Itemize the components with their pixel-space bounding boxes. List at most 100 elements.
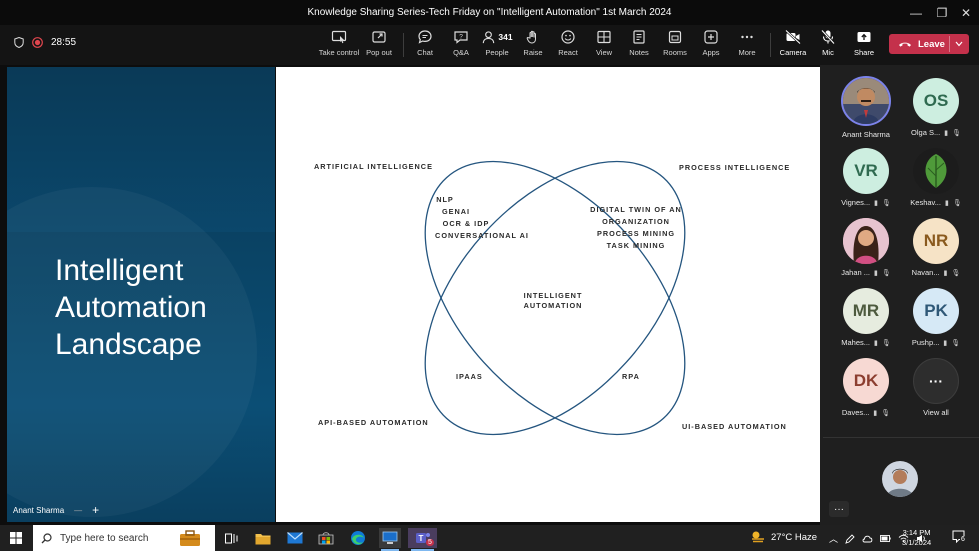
window-title: Knowledge Sharing Series-Tech Friday on … — [307, 7, 672, 18]
view-all-button[interactable]: ··· View all — [904, 358, 968, 424]
leaf-photo-icon — [913, 148, 959, 194]
notifications-button[interactable]: 6 — [952, 530, 970, 546]
task-view-icon — [224, 533, 237, 543]
zoom-out-button[interactable]: — — [74, 506, 82, 515]
clock-date: 3/1/2024 — [902, 538, 932, 547]
search-icon — [41, 532, 52, 543]
battery-icon[interactable] — [880, 534, 891, 543]
mic-off-icon: 🎙 — [951, 339, 961, 347]
avatar — [843, 218, 889, 264]
zoom-in-button[interactable]: + — [92, 503, 99, 517]
remote-desktop-button[interactable] — [379, 528, 401, 551]
task-view-button[interactable] — [220, 528, 242, 548]
apps-plus-icon — [704, 30, 718, 44]
avatar: PK — [913, 288, 959, 334]
video-off-icon: ▮ — [943, 339, 948, 347]
person-photo-icon — [882, 461, 918, 497]
mic-off-icon: 🎙 — [882, 199, 891, 207]
system-clock[interactable]: 3:14 PM 3/1/2024 — [902, 528, 931, 548]
more-button[interactable]: More — [734, 29, 760, 63]
participant-tile[interactable]: VR Vignes... ▮ 🎙 — [834, 148, 898, 214]
participant-tile[interactable]: OS Olga S... ▮ 🎙 — [904, 78, 968, 144]
chevron-down-icon[interactable] — [955, 41, 963, 47]
label-process-intelligence: PROCESS INTELLIGENCE — [679, 163, 791, 172]
participant-tile[interactable]: PK Pushp... ▮ 🎙 — [904, 288, 968, 354]
react-button[interactable]: React — [555, 29, 581, 63]
cloud-icon[interactable] — [862, 534, 873, 543]
take-control-button[interactable]: Take control — [318, 29, 360, 63]
leave-button[interactable]: Leave — [889, 34, 969, 54]
camera-button[interactable]: Camera — [778, 29, 808, 63]
avatar: OS — [913, 78, 959, 124]
avatar — [913, 148, 959, 194]
store-button[interactable] — [315, 528, 337, 548]
participant-name: Pushp... ▮ 🎙 — [911, 338, 961, 347]
participant-tile[interactable]: Keshav... ▮ 🎙 — [904, 148, 968, 214]
qa-icon: ? — [454, 31, 468, 44]
pen-icon[interactable] — [845, 533, 855, 544]
meeting-toolbar: 28:55 Take control Pop out Chat ? Q&A 34… — [0, 25, 979, 65]
shield-icon — [14, 37, 24, 48]
video-off-icon: ▮ — [873, 409, 878, 417]
recording-icon — [32, 37, 43, 48]
participant-tile[interactable]: Anant Sharma — [834, 76, 898, 142]
presenter-name: Anant Sharma — [13, 505, 65, 515]
rooms-button[interactable]: Rooms — [662, 29, 688, 63]
taskbar-search-box[interactable]: Type here to search — [33, 525, 215, 551]
windows-start-button[interactable] — [5, 528, 27, 548]
person-photo-icon — [843, 78, 889, 124]
raise-hand-button[interactable]: Raise — [520, 29, 546, 63]
mic-off-icon: 🎙 — [952, 129, 961, 137]
qa-button[interactable]: ? Q&A — [448, 29, 474, 63]
label-api-based-automation: API-BASED AUTOMATION — [318, 418, 429, 427]
file-explorer-button[interactable] — [252, 528, 274, 548]
mic-off-icon: 🎙 — [881, 409, 891, 417]
grid-icon — [597, 30, 611, 44]
mic-off-icon: 🎙 — [951, 269, 961, 277]
participant-name: Anant Sharma — [842, 130, 890, 139]
close-window-button[interactable]: ✕ — [953, 0, 979, 25]
maximize-button[interactable]: ❐ — [929, 0, 955, 25]
window-titlebar: Knowledge Sharing Series-Tech Friday on … — [0, 0, 979, 25]
person-photo-icon — [843, 218, 889, 264]
avatar: MR — [843, 288, 889, 334]
chevron-up-icon[interactable]: ︿ — [829, 532, 838, 545]
pop-out-button[interactable]: Pop out — [362, 29, 396, 63]
mail-icon — [287, 532, 303, 544]
share-icon — [857, 32, 871, 42]
people-icon — [483, 30, 495, 43]
view-all-label: View all — [923, 408, 949, 417]
avatar: VR — [843, 148, 889, 194]
video-off-icon: ▮ — [874, 269, 878, 277]
label-ipaas: IPAAS — [456, 372, 483, 381]
view-button[interactable]: View — [591, 29, 617, 63]
people-button[interactable]: 341 People — [481, 29, 513, 63]
elapsed-time: 28:55 — [51, 37, 77, 48]
mic-button[interactable]: Mic — [816, 29, 840, 63]
participant-tile[interactable]: MR Mahes... ▮ 🎙 — [834, 288, 898, 354]
participant-tile[interactable]: NR Navan... ▮ 🎙 — [904, 218, 968, 284]
teams-button[interactable]: T 5 — [408, 528, 437, 551]
video-off-icon: ▮ — [874, 199, 879, 207]
participant-tile[interactable]: DK Daves... ▮ 🎙 — [834, 358, 898, 424]
weather-text: 27°C Haze — [771, 531, 818, 543]
rail-more-options-button[interactable]: ··· — [829, 501, 849, 517]
edge-browser-button[interactable] — [347, 528, 369, 548]
mic-off-icon: 🎙 — [881, 339, 891, 347]
participant-name: Daves... ▮ 🎙 — [841, 408, 891, 417]
participant-tile[interactable]: Jahan ... ▮ 🎙 — [834, 218, 898, 284]
more-dots-icon — [741, 35, 753, 39]
weather-widget[interactable]: 27°C Haze — [750, 530, 817, 544]
chat-button[interactable]: Chat — [412, 29, 438, 63]
minimize-button[interactable]: — — [903, 0, 929, 25]
notes-button[interactable]: Notes — [626, 29, 652, 63]
self-view-avatar[interactable] — [882, 461, 918, 497]
apps-button[interactable]: Apps — [698, 29, 724, 63]
share-button[interactable]: Share — [851, 29, 877, 63]
notification-count: 6 — [960, 536, 966, 543]
participant-name: Jahan ... ▮ 🎙 — [841, 268, 891, 277]
mic-off-icon — [821, 29, 835, 45]
mail-button[interactable] — [284, 528, 306, 548]
video-off-icon: ▮ — [944, 129, 949, 137]
slide-diagram-panel: ARTIFICIAL INTELLIGENCE PROCESS INTELLIG… — [276, 67, 820, 522]
